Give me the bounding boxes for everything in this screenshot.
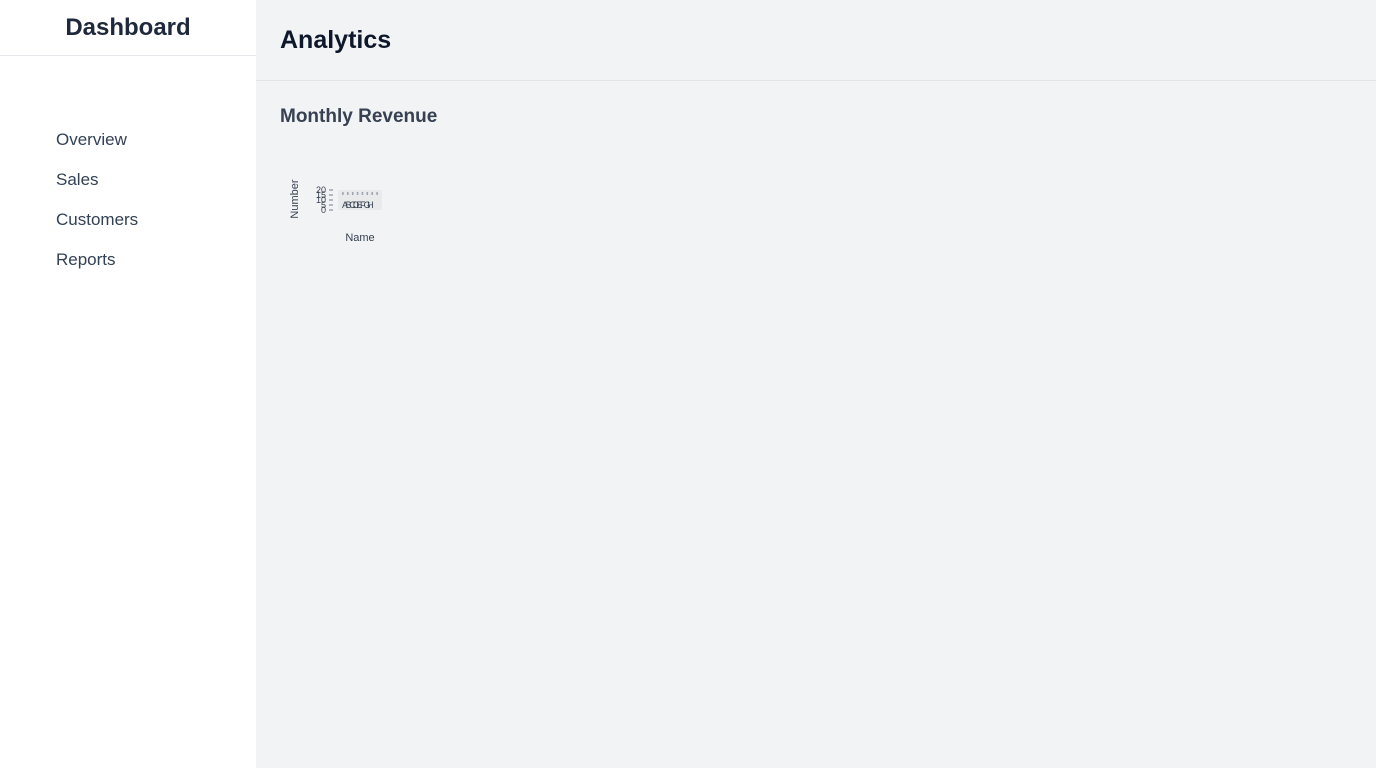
section-title: Monthly Revenue (280, 106, 438, 127)
bar (351, 192, 354, 195)
revenue-chart: Number Name 0 5 10 15 20 A B C D E F G H (280, 165, 410, 255)
bar (342, 192, 344, 195)
page-title: Analytics (256, 0, 1376, 81)
sidebar-item-sales[interactable]: Sales (56, 168, 138, 208)
y-axis-label: Number (289, 179, 301, 218)
app-brand: Dashboard (0, 0, 256, 56)
bar (376, 192, 378, 195)
x-axis-label: Name (345, 232, 374, 244)
bar (347, 192, 349, 195)
bar (371, 192, 373, 195)
chart-svg: Number Name 05101520ABCDEFGH (289, 179, 382, 244)
bar (366, 192, 369, 195)
sidebar-nav: Overview Sales Customers Reports (56, 128, 138, 288)
bar (361, 192, 364, 195)
sidebar: Dashboard Overview Sales Customers Repor… (0, 0, 256, 768)
x-tick-label: H (367, 200, 374, 210)
bar (356, 192, 359, 195)
sidebar-item-overview[interactable]: Overview (56, 128, 138, 168)
sidebar-item-reports[interactable]: Reports (56, 248, 138, 288)
main-content: Analytics Monthly Revenue Number Name 05… (256, 0, 1376, 768)
y-tick-label: 20 (316, 185, 326, 195)
sidebar-item-customers[interactable]: Customers (56, 208, 138, 248)
